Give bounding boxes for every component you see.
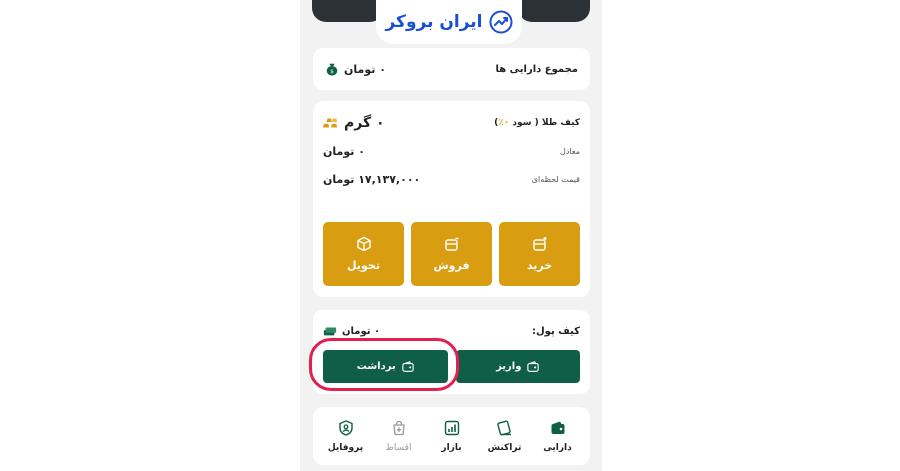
money-wallet-title: کیف پول: xyxy=(532,325,580,337)
nav-market-label: بازار xyxy=(441,442,462,453)
nav-assets-label: دارایی xyxy=(543,442,572,453)
nav-installments-label: اقساط xyxy=(385,442,412,453)
nav-profile-label: پروفایل xyxy=(327,442,364,453)
equivalent-value: ۰ تومان xyxy=(323,144,365,158)
live-price-label: قیمت لحظه‌ای xyxy=(531,174,580,184)
app-screen: ایران بروکر مجموع دارایی ها ۰ تومان $ کی… xyxy=(300,0,602,471)
sell-label: فروش xyxy=(433,259,470,272)
total-assets-label: مجموع دارایی ها xyxy=(495,63,578,75)
deliver-label: تحویل xyxy=(347,259,380,272)
cash-stack-icon xyxy=(323,327,337,336)
shopping-bag-plus-icon xyxy=(392,420,405,435)
buy-icon xyxy=(532,237,546,251)
gold-profit-value: ۰٪ xyxy=(498,118,510,128)
nav-profile[interactable]: پروفایل xyxy=(320,419,372,453)
nav-assets[interactable]: دارایی xyxy=(532,420,584,453)
deposit-label: واریز xyxy=(496,361,522,372)
buy-button[interactable]: خرید xyxy=(499,222,580,286)
equivalent-label: معادل xyxy=(560,146,580,156)
chart-icon xyxy=(444,420,459,435)
nav-transactions-label: تراکنش xyxy=(487,442,522,453)
deliver-button[interactable]: تحویل xyxy=(323,222,404,286)
withdraw-highlight-ring xyxy=(309,338,459,391)
package-icon xyxy=(356,236,371,252)
gold-wallet-title-text: کیف طلا xyxy=(541,118,580,128)
gold-bars-icon xyxy=(323,118,338,128)
chart-trend-icon xyxy=(489,10,513,34)
user-shield-icon xyxy=(338,419,353,436)
gold-wallet-title: کیف طلا ( سود ۰٪) xyxy=(494,118,580,128)
nav-transactions[interactable]: تراکنش xyxy=(479,420,531,453)
wallet-icon xyxy=(527,360,540,372)
brand-name: ایران بروکر xyxy=(385,12,483,32)
deposit-button[interactable]: واریز xyxy=(455,350,580,383)
document-edit-icon xyxy=(496,420,511,435)
money-bag-icon: $ xyxy=(326,63,338,76)
top-decoration-right xyxy=(518,0,590,22)
nav-market[interactable]: بازار xyxy=(426,420,478,453)
money-wallet-amount: ۰ تومان xyxy=(342,325,381,337)
live-price-value: ۱۷,۱۳۷,۰۰۰ تومان xyxy=(323,172,421,186)
gold-amount: ۰ گرم xyxy=(344,115,385,131)
svg-text:$: $ xyxy=(330,69,333,75)
buy-label: خرید xyxy=(526,259,553,272)
bottom-navigation: دارایی تراکنش بازار اقساط پروفایل xyxy=(313,407,590,465)
sell-icon xyxy=(444,237,458,251)
top-decoration-left xyxy=(312,0,384,22)
total-assets-card: مجموع دارایی ها ۰ تومان $ xyxy=(313,48,590,90)
gold-profit-prefix: ( سود xyxy=(509,118,539,128)
sell-button[interactable]: فروش xyxy=(411,222,492,286)
wallet-icon xyxy=(551,421,564,434)
brand-logo: ایران بروکر xyxy=(376,0,522,44)
total-assets-value: ۰ تومان xyxy=(344,62,386,76)
gold-wallet-card: کیف طلا ( سود ۰٪) ۰ گرم معادل ۰ تومان قی… xyxy=(313,101,590,297)
nav-installments[interactable]: اقساط xyxy=(373,420,425,453)
